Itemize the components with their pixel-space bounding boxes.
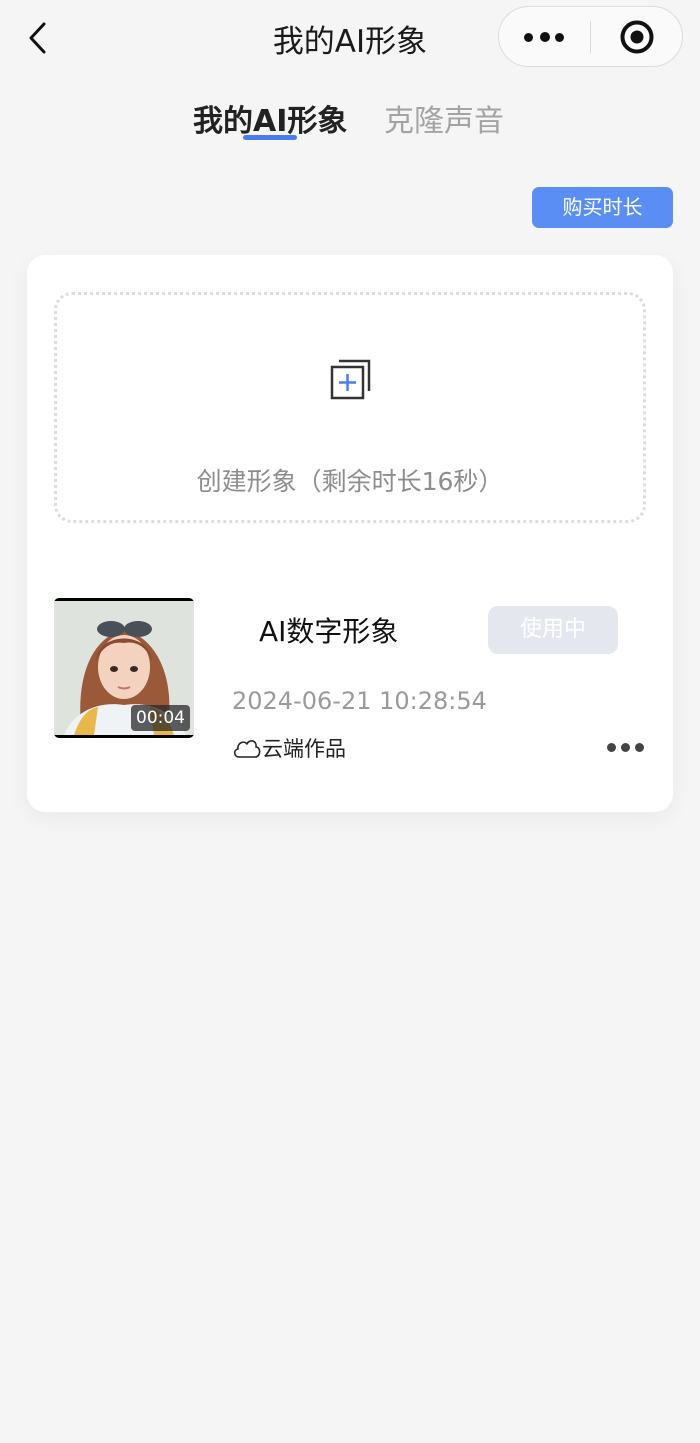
buy-duration-button[interactable]: 购买时长 (532, 187, 673, 228)
tab-bar: 我的AI形象 克隆声音 (0, 96, 700, 146)
create-avatar-button[interactable]: 创建形象（剩余时长16秒） (54, 292, 646, 523)
in-use-status-button: 使用中 (488, 606, 618, 654)
cloud-work-label: 云端作品 (262, 737, 346, 761)
active-tab-indicator (243, 135, 297, 140)
mini-program-capsule (498, 6, 683, 67)
more-menu-button[interactable] (499, 7, 589, 66)
capsule-divider (590, 21, 591, 53)
add-copy-icon (329, 357, 373, 401)
avatar-thumbnail[interactable]: 00:04 (54, 598, 194, 738)
tab-my-ai-avatar[interactable]: 我的AI形象 (193, 96, 347, 140)
video-duration-badge: 00:04 (131, 705, 190, 731)
avatar-card: 创建形象（剩余时长16秒） 00:04 AI数字形象 使用中 2024-06-2… (27, 255, 673, 812)
dot-icon (555, 33, 564, 42)
created-timestamp: 2024-06-21 10:28:54 (232, 687, 487, 715)
tab-clone-voice[interactable]: 克隆声音 (384, 96, 504, 140)
avatar-name: AI数字形象 (259, 615, 399, 648)
top-navigation-bar: 我的AI形象 (0, 0, 700, 78)
close-target-icon[interactable] (619, 19, 655, 55)
cloud-icon (232, 737, 262, 759)
more-options-icon[interactable] (605, 737, 645, 757)
create-avatar-label: 创建形象（剩余时长16秒） (196, 467, 504, 496)
dot-icon (540, 32, 550, 42)
dot-icon (524, 33, 533, 42)
